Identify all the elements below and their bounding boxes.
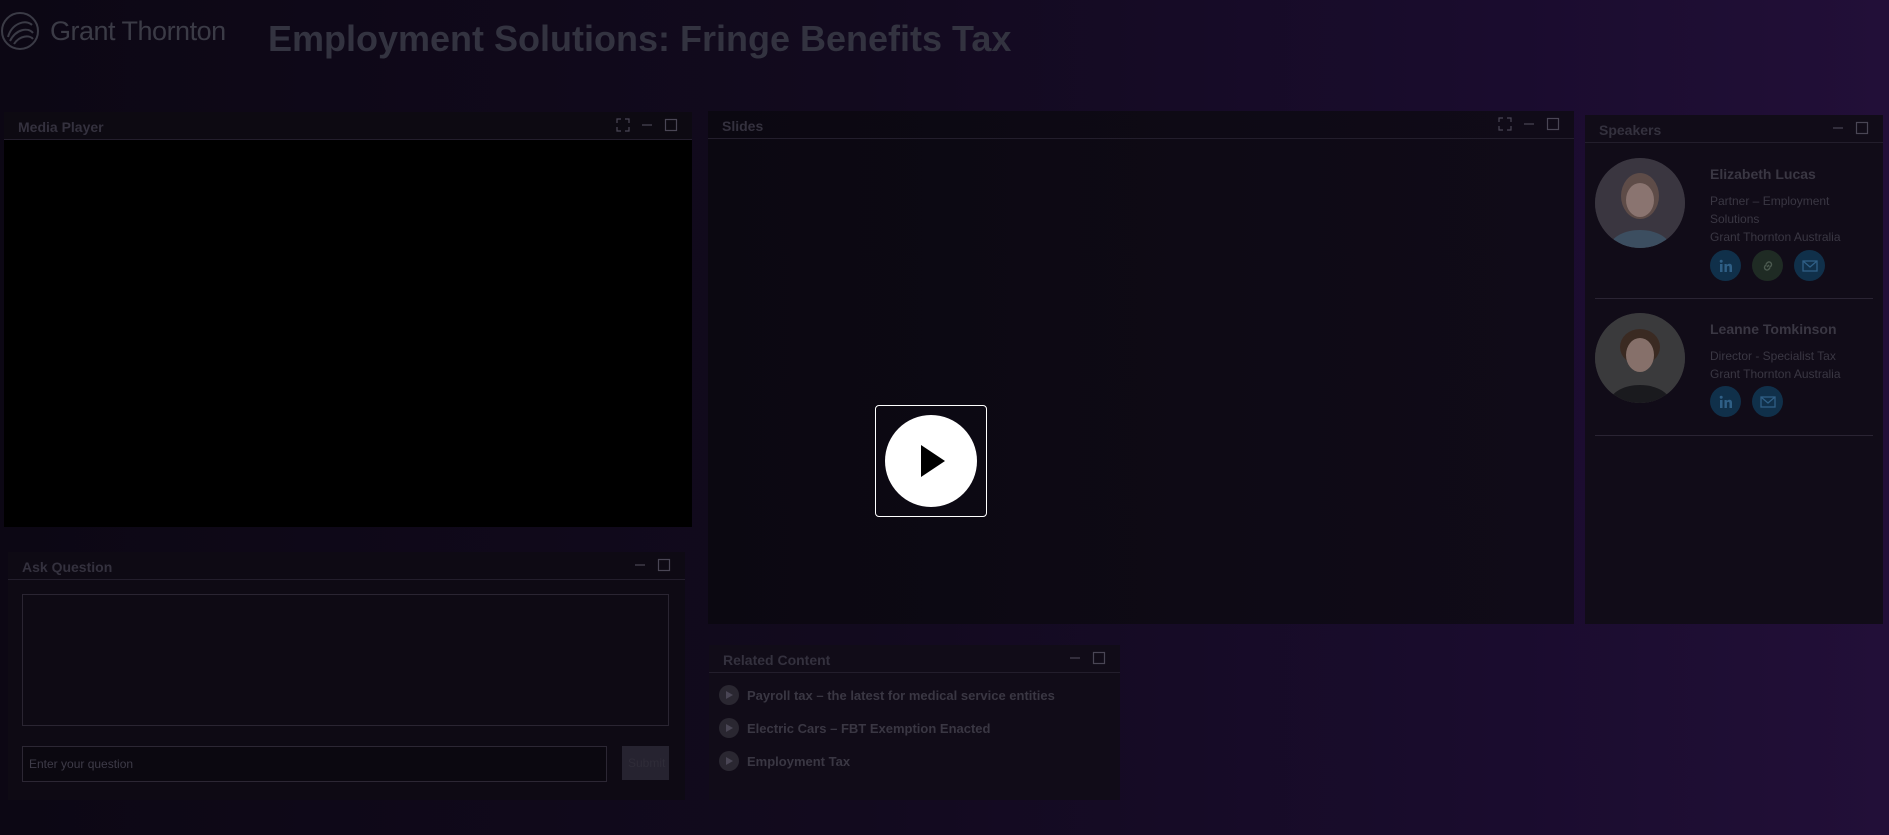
fullscreen-icon[interactable]: [616, 118, 630, 132]
submit-button[interactable]: Submit: [622, 746, 669, 780]
related-item[interactable]: Payroll tax – the latest for medical ser…: [719, 684, 1055, 706]
related-item[interactable]: Electric Cars – FBT Exemption Enacted: [719, 717, 990, 739]
speaker-company: Grant Thornton Australia: [1710, 230, 1841, 244]
play-icon: [921, 445, 945, 477]
ask-question-panel: Ask Question Submit: [8, 552, 685, 800]
speakers-panel: Speakers Elizabeth Lucas Partner – Emplo…: [1585, 115, 1883, 624]
related-item-label: Payroll tax – the latest for medical ser…: [747, 687, 1055, 703]
speakers-header: Speakers: [1585, 115, 1883, 143]
avatar: [1595, 158, 1685, 248]
play-circle-icon: [719, 751, 739, 771]
maximize-icon[interactable]: [1092, 651, 1106, 665]
minimize-icon[interactable]: [1831, 121, 1845, 135]
media-player-title: Media Player: [18, 119, 104, 135]
fullscreen-icon[interactable]: [1498, 117, 1512, 131]
avatar: [1595, 313, 1685, 403]
play-button[interactable]: [875, 405, 987, 517]
maximize-icon[interactable]: [1546, 117, 1560, 131]
speaker-role: Partner – Employment Solutions: [1710, 194, 1830, 226]
speaker-name: Leanne Tomkinson: [1710, 321, 1837, 337]
related-content-panel: Related Content Payroll tax – the latest…: [709, 645, 1120, 800]
slides-title: Slides: [722, 118, 764, 134]
person-avatar-icon: [1595, 313, 1685, 403]
speaker-company: Grant Thornton Australia: [1710, 367, 1841, 381]
slides-header: Slides: [708, 111, 1574, 139]
email-icon[interactable]: [1752, 386, 1783, 417]
speaker-card: Leanne Tomkinson Director - Specialist T…: [1595, 313, 1873, 436]
minimize-icon[interactable]: [1068, 651, 1082, 665]
minimize-icon[interactable]: [1522, 117, 1536, 131]
question-input[interactable]: [22, 746, 607, 782]
related-content-header: Related Content: [709, 645, 1120, 673]
brand-logo: Grant Thornton: [0, 10, 226, 52]
speakers-title: Speakers: [1599, 122, 1662, 138]
speaker-role: Director - Specialist Tax: [1710, 349, 1836, 363]
related-item[interactable]: Employment Tax: [719, 750, 850, 772]
maximize-icon[interactable]: [664, 118, 678, 132]
email-icon[interactable]: [1794, 250, 1825, 281]
play-circle: [885, 415, 977, 507]
brand-name: Grant Thornton: [50, 15, 226, 46]
linkedin-icon[interactable]: [1710, 250, 1741, 281]
media-player-header: Media Player: [4, 112, 692, 140]
link-icon[interactable]: [1752, 250, 1783, 281]
related-item-label: Employment Tax: [747, 753, 851, 769]
ask-question-title: Ask Question: [22, 559, 113, 575]
related-item-label: Electric Cars – FBT Exemption Enacted: [747, 720, 991, 736]
speaker-card: Elizabeth Lucas Partner – Employment Sol…: [1595, 158, 1873, 299]
play-circle-icon: [719, 718, 739, 738]
speaker-name: Elizabeth Lucas: [1710, 166, 1816, 182]
person-avatar-icon: [1595, 158, 1685, 248]
maximize-icon[interactable]: [1855, 121, 1869, 135]
page-title: Employment Solutions: Fringe Benefits Ta…: [268, 18, 1012, 59]
play-circle-icon: [719, 685, 739, 705]
maximize-icon[interactable]: [657, 558, 671, 572]
grant-thornton-logo-icon: [1, 12, 39, 50]
minimize-icon[interactable]: [640, 118, 654, 132]
media-player-panel: Media Player: [4, 112, 692, 527]
linkedin-icon[interactable]: [1710, 386, 1741, 417]
ask-question-header: Ask Question: [8, 552, 685, 580]
related-content-title: Related Content: [723, 652, 831, 668]
slides-panel: Slides: [708, 111, 1574, 624]
video-area[interactable]: [4, 140, 692, 527]
question-history-box: [22, 594, 669, 726]
minimize-icon[interactable]: [633, 558, 647, 572]
